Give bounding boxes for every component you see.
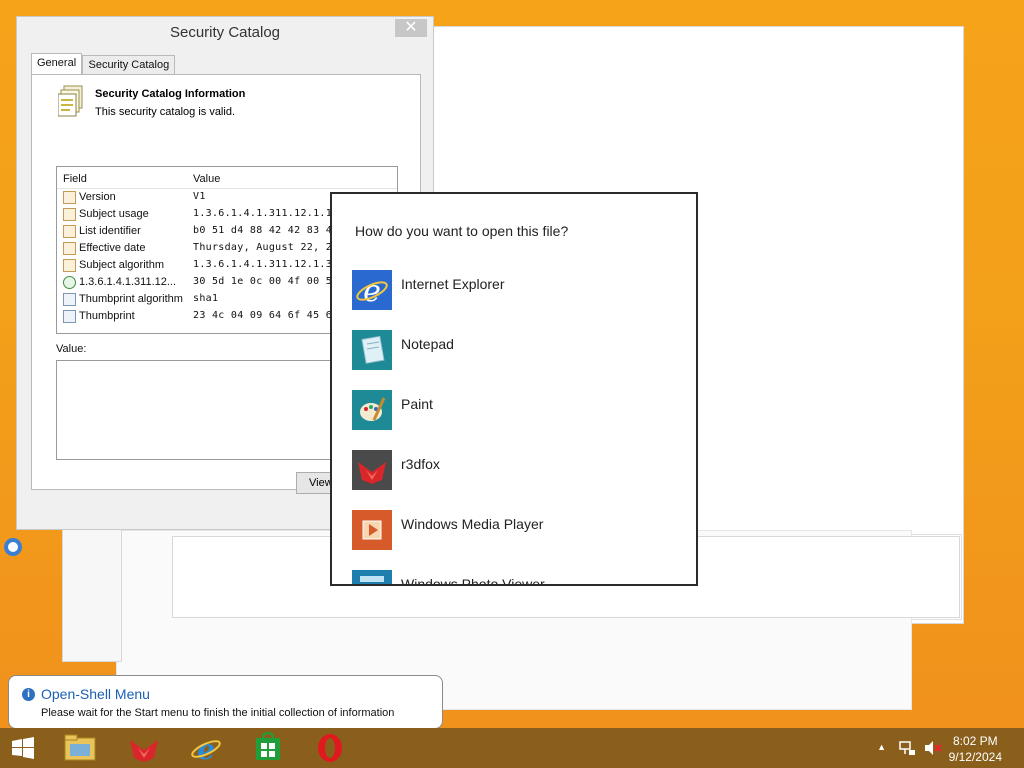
tab-security-catalog[interactable]: Security Catalog [82,55,176,74]
catalog-document-icon [58,85,83,117]
svg-text:e: e [363,274,381,309]
row-field: Effective date [79,242,146,254]
catalog-field-icon [63,191,76,204]
background-window-left [62,520,122,662]
start-icon[interactable] [4,732,40,764]
app-item-notepad[interactable]: Notepad [352,330,682,372]
desktop-gear-icon[interactable] [4,538,22,556]
info-subtitle: This security catalog is valid. [95,106,235,118]
network-icon[interactable] [898,740,916,756]
column-header-field[interactable]: Field [63,173,87,185]
app-item-windows-photo-viewer[interactable]: Windows Photo Viewer [352,570,682,586]
notification-text: Please wait for the Start menu to finish… [41,707,395,719]
property-icon [63,293,76,306]
app-label: r3dfox [401,456,440,472]
r3dfox-icon [352,450,392,490]
dialog-titlebar[interactable]: Security Catalog ✕ [17,17,433,49]
open-with-picker: How do you want to open this file? e Int… [330,192,698,586]
picker-title: How do you want to open this file? [355,223,569,239]
app-item-internet-explorer[interactable]: e Internet Explorer [352,270,682,312]
photo-viewer-icon [352,570,392,584]
row-value: 1.3.6.1.4.1.311.12.1.3 [193,259,333,270]
dialog-title: Security Catalog [169,24,281,41]
catalog-field-icon [63,242,76,255]
property-icon [63,310,76,323]
catalog-field-icon [63,208,76,221]
opera-icon[interactable] [312,732,348,764]
app-label: Notepad [401,336,454,352]
row-field: 1.3.6.1.4.1.311.12... [79,276,177,288]
row-field: Subject usage [79,208,149,220]
info-title: Security Catalog Information [95,88,246,100]
app-item-r3dfox[interactable]: r3dfox [352,450,682,492]
row-field: List identifier [79,225,141,237]
tab-general[interactable]: General [31,53,83,74]
row-field: Thumbprint [79,310,135,322]
chevron-up-icon[interactable]: ▲ [877,742,886,752]
store-icon[interactable] [250,732,286,764]
paint-icon [352,390,392,430]
internet-explorer-icon[interactable]: e [188,732,224,764]
media-player-icon [352,510,392,550]
svg-text:e: e [197,733,215,764]
catalog-field-icon [63,225,76,238]
value-label: Value: [56,343,87,355]
info-icon: i [22,688,35,701]
app-label: Windows Photo Viewer [401,576,545,586]
extension-icon [63,276,76,289]
list-header: Field Value [57,167,397,189]
app-label: Windows Media Player [401,516,544,532]
app-label: Internet Explorer [401,276,505,292]
row-value: 1.3.6.1.4.1.311.12.1.1 [193,208,333,219]
clock[interactable]: 8:02 PM 9/12/2024 [949,733,1002,765]
close-button[interactable]: ✕ [395,19,427,37]
app-item-paint[interactable]: Paint [352,390,682,432]
dialog-tabs: General Security Catalog [31,53,176,75]
file-explorer-icon[interactable] [62,732,98,764]
notification-title: Open-Shell Menu [41,686,150,702]
row-field: Version [79,191,116,203]
app-item-windows-media-player[interactable]: Windows Media Player [352,510,682,552]
clock-date: 9/12/2024 [948,750,1002,764]
taskbar: e ▲ 8:02 PM 9/12/2024 [0,728,1024,768]
r3dfox-icon[interactable] [126,732,162,764]
app-label: Paint [401,396,433,412]
volume-muted-icon[interactable] [924,740,942,756]
row-field: Subject algorithm [79,259,164,271]
internet-explorer-icon: e [352,270,392,310]
catalog-field-icon [63,259,76,272]
row-field: Thumbprint algorithm [79,293,183,305]
column-header-value[interactable]: Value [193,173,220,185]
notepad-icon [352,330,392,370]
row-value: V1 [193,191,206,202]
open-shell-notification[interactable]: i Open-Shell Menu Please wait for the St… [8,675,443,729]
row-value: sha1 [193,293,219,304]
clock-time: 8:02 PM [952,734,998,748]
